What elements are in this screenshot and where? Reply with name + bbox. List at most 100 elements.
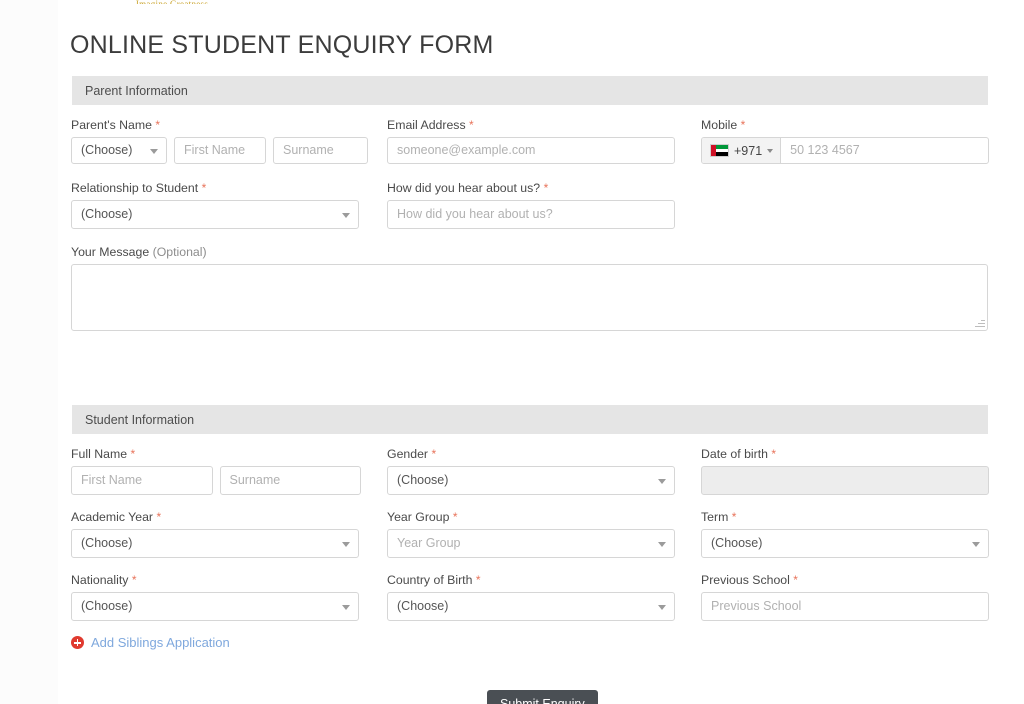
label-term-text: Term xyxy=(701,510,728,524)
field-year-group: Year Group * Year Group xyxy=(387,510,675,558)
field-full-name: Full Name * First Name Surname xyxy=(71,447,361,495)
required-asterisk: * xyxy=(453,510,458,524)
country-code-value: +971 xyxy=(734,144,762,158)
chevron-down-icon xyxy=(658,542,666,547)
your-message-textarea[interactable] xyxy=(71,264,988,331)
field-nationality: Nationality * (Choose) xyxy=(71,573,359,621)
gender-select[interactable]: (Choose) xyxy=(387,466,675,495)
label-your-message-optional: (Optional) xyxy=(153,245,207,259)
term-select[interactable]: (Choose) xyxy=(701,529,989,558)
chevron-down-icon xyxy=(658,605,666,610)
field-how-did-you-hear: How did you hear about us? * How did you… xyxy=(387,181,675,229)
field-academic-year: Academic Year * (Choose) xyxy=(71,510,359,558)
required-asterisk: * xyxy=(741,118,746,132)
mobile-input-group: +971 50 123 4567 xyxy=(701,137,989,164)
relationship-to-student-select[interactable]: (Choose) xyxy=(71,200,359,229)
label-date-of-birth-text: Date of birth xyxy=(701,447,768,461)
label-term: Term * xyxy=(701,510,989,524)
date-of-birth-input[interactable] xyxy=(701,466,989,495)
parent-title-value: (Choose) xyxy=(81,143,132,157)
label-how-did-you-hear-text: How did you hear about us? xyxy=(387,181,540,195)
add-siblings-application-label: Add Siblings Application xyxy=(91,635,230,650)
parent-surname-input[interactable]: Surname xyxy=(273,137,368,164)
field-email-address: Email Address * someone@example.com xyxy=(387,118,675,164)
required-asterisk: * xyxy=(732,510,737,524)
section-header-parent-information: Parent Information xyxy=(72,76,988,105)
field-mobile: Mobile * +971 50 123 4567 xyxy=(701,118,989,164)
nationality-select[interactable]: (Choose) xyxy=(71,592,359,621)
academic-year-select[interactable]: (Choose) xyxy=(71,529,359,558)
term-value: (Choose) xyxy=(711,536,762,550)
field-parents-name: Parent's Name * (Choose) First Name Surn… xyxy=(71,118,381,164)
field-relationship-to-student: Relationship to Student * (Choose) xyxy=(71,181,359,229)
chevron-down-icon xyxy=(658,479,666,484)
student-surname-input[interactable]: Surname xyxy=(220,466,362,495)
chevron-down-icon xyxy=(150,149,158,154)
required-asterisk: * xyxy=(544,181,549,195)
field-term: Term * (Choose) xyxy=(701,510,989,558)
logo-rule-right xyxy=(214,4,240,5)
required-asterisk: * xyxy=(156,510,161,524)
full-name-inputs: First Name Surname xyxy=(71,466,361,495)
label-how-did-you-hear: How did you hear about us? * xyxy=(387,181,675,195)
enquiry-form-page: SOUTH VIEW SCHOOL Imagine Greatness ONLI… xyxy=(0,0,1024,704)
field-date-of-birth: Date of birth * xyxy=(701,447,989,495)
label-your-message: Your Message (Optional) xyxy=(71,245,989,259)
section-header-student-information: Student Information xyxy=(72,405,988,434)
country-of-birth-value: (Choose) xyxy=(397,599,448,613)
label-gender-text: Gender xyxy=(387,447,428,461)
resize-handle-icon[interactable] xyxy=(974,317,985,328)
parent-first-name-input[interactable]: First Name xyxy=(174,137,266,164)
required-asterisk: * xyxy=(469,118,474,132)
required-asterisk: * xyxy=(202,181,207,195)
label-year-group-text: Year Group xyxy=(387,510,449,524)
submit-enquiry-button[interactable]: Submit Enquiry xyxy=(487,690,598,704)
label-email-address: Email Address * xyxy=(387,118,675,132)
previous-school-input[interactable]: Previous School xyxy=(701,592,989,621)
chevron-down-icon xyxy=(767,149,773,153)
year-group-select[interactable]: Year Group xyxy=(387,529,675,558)
gender-value: (Choose) xyxy=(397,473,448,487)
parent-title-select[interactable]: (Choose) xyxy=(71,137,167,164)
student-first-name-input[interactable]: First Name xyxy=(71,466,213,495)
label-previous-school-text: Previous School xyxy=(701,573,790,587)
label-email-address-text: Email Address xyxy=(387,118,466,132)
field-country-of-birth: Country of Birth * (Choose) xyxy=(387,573,675,621)
label-date-of-birth: Date of birth * xyxy=(701,447,989,461)
field-previous-school: Previous School * Previous School xyxy=(701,573,989,621)
page-left-gutter xyxy=(0,0,58,704)
chevron-down-icon xyxy=(342,605,350,610)
add-circle-icon xyxy=(71,636,84,649)
nationality-value: (Choose) xyxy=(81,599,132,613)
label-academic-year-text: Academic Year xyxy=(71,510,153,524)
email-address-input[interactable]: someone@example.com xyxy=(387,137,675,164)
label-academic-year: Academic Year * xyxy=(71,510,359,524)
label-relationship-to-student: Relationship to Student * xyxy=(71,181,359,195)
required-asterisk: * xyxy=(130,447,135,461)
school-logo-tagline-row: Imagine Greatness xyxy=(72,0,272,4)
label-year-group: Year Group * xyxy=(387,510,675,524)
required-asterisk: * xyxy=(771,447,776,461)
required-asterisk: * xyxy=(476,573,481,587)
label-nationality-text: Nationality xyxy=(71,573,128,587)
add-siblings-application-link[interactable]: Add Siblings Application xyxy=(71,635,230,650)
school-logo: SOUTH VIEW SCHOOL Imagine Greatness xyxy=(72,0,272,4)
label-parents-name-text: Parent's Name xyxy=(71,118,152,132)
label-full-name: Full Name * xyxy=(71,447,361,461)
mobile-number-input[interactable]: 50 123 4567 xyxy=(781,138,988,163)
how-did-you-hear-input[interactable]: How did you hear about us? xyxy=(387,200,675,229)
academic-year-value: (Choose) xyxy=(81,536,132,550)
chevron-down-icon xyxy=(342,213,350,218)
page-title: ONLINE STUDENT ENQUIRY FORM xyxy=(70,30,494,60)
chevron-down-icon xyxy=(972,542,980,547)
country-code-select[interactable]: +971 xyxy=(702,138,781,163)
label-country-of-birth-text: Country of Birth xyxy=(387,573,472,587)
required-asterisk: * xyxy=(155,118,160,132)
parents-name-inputs: (Choose) First Name Surname xyxy=(71,137,381,164)
country-of-birth-select[interactable]: (Choose) xyxy=(387,592,675,621)
relationship-value: (Choose) xyxy=(81,207,132,221)
logo-rule-left xyxy=(104,4,130,5)
label-parents-name: Parent's Name * xyxy=(71,118,381,132)
year-group-value: Year Group xyxy=(397,536,460,550)
required-asterisk: * xyxy=(431,447,436,461)
